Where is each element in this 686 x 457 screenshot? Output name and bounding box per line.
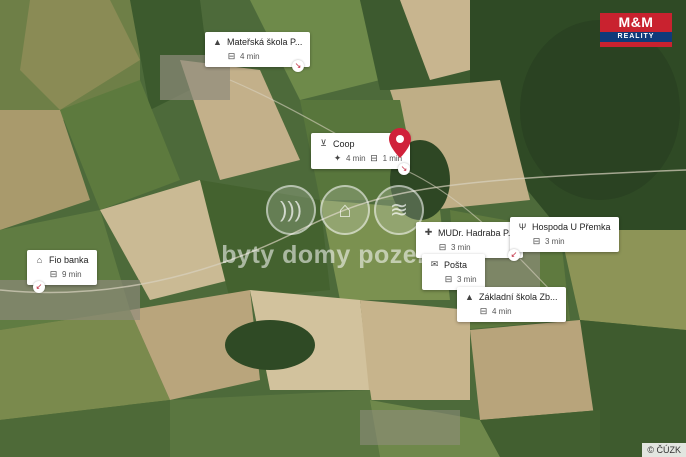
map-copyright: © ČÚZK [642,443,686,457]
poi-time: 9 min [62,270,82,279]
logo-brand: M&M [618,14,654,30]
poi-title: MUDr. Hadraba P... [438,227,516,238]
poi-title: Fio banka [49,255,89,265]
poi-pointer-icon: ↙ [33,281,45,293]
property-pin-icon[interactable] [389,128,411,158]
poi-time: 3 min [451,243,471,252]
poi-title: Mateřská škola P... [227,37,303,47]
poi-pointer-icon: ↘ [398,163,410,175]
shopping-cart-icon: ⊻ [320,138,327,148]
poi-pointer-icon: ↘ [292,60,304,72]
poi-fio-banka[interactable]: ⌂ Fio banka ⊟ 9 min [27,250,97,285]
car-icon: ⊟ [444,274,453,284]
car-icon: ⊟ [227,51,236,61]
car-icon: ⊟ [49,269,58,279]
graduation-cap-icon: ▲ [465,292,474,302]
watermark-flat-icon: ))) [266,185,316,235]
car-icon: ⊟ [438,242,447,252]
car-icon: ⊟ [479,306,488,316]
walk-icon: ✦ [333,153,342,163]
poi-title: Coop [333,138,355,149]
medical-cross-icon: ✚ [424,227,433,237]
watermark-house-icon: ⌂ [320,185,370,235]
mail-icon: ✉ [430,259,439,269]
bank-icon: ⌂ [36,255,43,265]
logo-sub: REALITY [600,32,672,42]
poi-hospoda[interactable]: Ψ Hospoda U Přemka ⊟ 3 min [510,217,619,252]
graduation-cap-icon: ▲ [213,37,222,47]
brand-logo: M&M REALITY [600,13,672,47]
poi-title: Pošta [444,259,468,270]
poi-zakladni-skola[interactable]: ▲ Základní škola Zb... ⊟ 4 min [457,287,566,322]
poi-time: 4 min [240,52,260,61]
car-icon: ⊟ [370,153,378,163]
poi-time: 3 min [457,275,477,284]
fork-knife-icon: Ψ [518,222,527,232]
poi-time: 3 min [545,237,565,246]
poi-time: 4 min [492,307,512,316]
poi-pointer-icon: ↙ [508,249,520,261]
car-icon: ⊟ [532,236,541,246]
poi-title: Hospoda U Přemka [532,222,611,232]
poi-title: Základní škola Zb... [479,292,558,302]
poi-time-walk: 4 min [346,154,366,163]
poi-posta[interactable]: ✉ Pošta ⊟ 3 min [422,254,485,290]
